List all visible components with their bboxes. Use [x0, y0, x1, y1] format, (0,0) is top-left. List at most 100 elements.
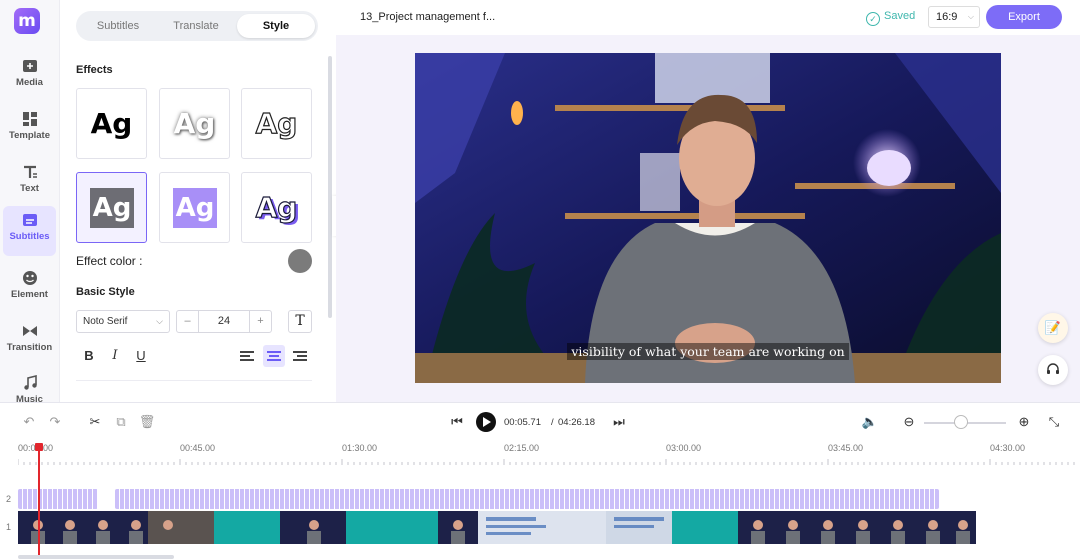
zoom-out-icon[interactable]: ⊖ [900, 413, 918, 431]
media-icon [22, 60, 37, 72]
zoom-in-icon[interactable]: ⊕ [1015, 413, 1033, 431]
subtitle-text: visibility of what your team are working… [567, 343, 849, 360]
aspect-ratio-value: 16:9 [936, 11, 958, 23]
timeline: ↶ ↷ ✂ ⧉ 🗑 ⏮ 00:05.71 / 04:26.18 ⏭ 🔈 ⊖ ⊕ … [0, 402, 1080, 560]
rail-label: Transition [6, 342, 53, 353]
delete-icon[interactable]: 🗑 [138, 413, 156, 431]
effect-sample: Ag [173, 188, 217, 228]
redo-icon[interactable]: ↷ [46, 413, 64, 431]
template-icon [22, 112, 37, 126]
zoom-slider-handle[interactable] [953, 415, 968, 429]
align-left-button[interactable] [236, 345, 258, 367]
element-icon [22, 271, 37, 285]
rail-item-music[interactable]: Music [3, 369, 56, 402]
text-icon [23, 165, 37, 178]
video-frame-image [415, 53, 1001, 383]
timeline-scrollbar[interactable] [18, 555, 174, 559]
project-title[interactable]: 13_Project management f... [360, 11, 495, 23]
playhead[interactable] [35, 443, 43, 555]
crop-icon[interactable]: ⧉ [112, 413, 130, 431]
rail-item-template[interactable]: Template [3, 105, 56, 155]
fit-screen-icon[interactable]: ⤡ [1045, 413, 1063, 431]
track-label: 1 [6, 522, 12, 532]
video-clip-strip [18, 511, 976, 544]
rail-item-element[interactable]: Element [3, 264, 56, 314]
headset-support-icon[interactable] [1038, 355, 1068, 385]
effect-sample: Ag [255, 107, 298, 140]
subtitle-block[interactable] [18, 489, 98, 509]
video-preview[interactable]: visibility of what your team are working… [415, 53, 1001, 383]
tab-translate[interactable]: Translate [157, 14, 235, 38]
align-right-button[interactable] [289, 345, 311, 367]
effect-box-gray[interactable]: Ag [76, 172, 147, 243]
save-status: ✓ Saved [866, 10, 915, 26]
aspect-ratio-select[interactable]: 16:9 ⌵ [928, 6, 980, 28]
skip-back-icon[interactable]: ⏮ [448, 413, 466, 431]
italic-button[interactable]: I [104, 345, 126, 367]
ruler-tick-label: 03:00.00 [666, 443, 702, 453]
tab-subtitles[interactable]: Subtitles [79, 14, 157, 38]
rail-label: Element [11, 289, 48, 300]
rail-label: Subtitles [9, 231, 50, 242]
ruler-tick-label: 01:30.00 [342, 443, 378, 453]
volume-icon[interactable]: 🔈 [861, 413, 879, 431]
effect-sample: Ag [173, 107, 216, 140]
effect-box-purple[interactable]: Ag [159, 172, 230, 243]
rail-item-text[interactable]: Text [3, 158, 56, 208]
total-time: 04:26.18 [558, 417, 595, 428]
export-button[interactable]: Export [986, 5, 1062, 29]
ruler-tick-label: 04:30.00 [990, 443, 1026, 453]
subtitle-track[interactable] [18, 489, 978, 509]
ruler-tick-label: 00:45.00 [180, 443, 216, 453]
font-size-stepper[interactable]: – 24 + [176, 310, 272, 333]
app-logo[interactable]: m [14, 8, 40, 34]
divider [76, 380, 312, 381]
effect-sample: Ag [90, 107, 133, 140]
effect-plain[interactable]: Ag [76, 88, 147, 159]
rail-item-transition[interactable]: Transition [3, 317, 56, 367]
rail-label: Music [16, 394, 43, 402]
save-status-label: Saved [884, 10, 916, 22]
rail-item-subtitles[interactable]: Subtitles [3, 206, 56, 256]
rail-item-media[interactable]: Media [3, 52, 56, 102]
align-center-button[interactable] [263, 345, 285, 367]
subtitles-icon [22, 214, 37, 226]
underline-button[interactable]: U [130, 345, 152, 367]
ruler-tick-label: 02:15.00 [504, 443, 540, 453]
increase-size-button[interactable]: + [249, 311, 271, 332]
font-size-value[interactable]: 24 [199, 311, 249, 332]
music-icon [23, 375, 37, 390]
panel-scrollbar[interactable] [328, 56, 332, 318]
time-ruler[interactable] [18, 459, 1078, 465]
subtitle-block[interactable] [115, 489, 939, 509]
undo-icon[interactable]: ↶ [20, 413, 38, 431]
rail-label: Media [16, 77, 43, 88]
tab-style[interactable]: Style [237, 14, 315, 38]
current-time: 00:05.71 [504, 417, 541, 428]
ruler-tick-label: 03:45.00 [828, 443, 864, 453]
decrease-size-button[interactable]: – [177, 311, 199, 332]
left-nav-rail: m Media Template Text Subtitles Element … [0, 0, 60, 402]
time-separator: / [551, 417, 554, 428]
font-family-select[interactable]: Noto Serif ⌵ [76, 310, 170, 333]
notes-icon[interactable]: 📝 [1038, 313, 1068, 343]
effect-outline[interactable]: Ag [241, 88, 312, 159]
subtitle-overlay[interactable]: visibility of what your team are working… [415, 343, 1001, 361]
bold-button[interactable]: B [78, 345, 100, 367]
transition-icon [22, 326, 37, 336]
scissors-icon[interactable]: ✂ [86, 413, 104, 431]
effect-color-swatch[interactable] [288, 249, 312, 273]
chevron-down-icon: ⌵ [156, 316, 163, 326]
text-case-button[interactable]: T [288, 310, 312, 333]
basic-style-title: Basic Style [76, 286, 135, 298]
effect-sample: Ag [90, 188, 134, 228]
panel-tabs: Subtitles Translate Style [76, 11, 318, 41]
play-button[interactable] [476, 412, 496, 432]
video-track[interactable] [18, 511, 976, 544]
preview-stage: visibility of what your team are working… [336, 35, 1080, 402]
effect-sample: Ag [255, 191, 298, 224]
effect-3d[interactable]: Ag [241, 172, 312, 243]
effect-shadow[interactable]: Ag [159, 88, 230, 159]
skip-forward-icon[interactable]: ⏭ [610, 413, 628, 431]
rail-label: Template [8, 130, 50, 141]
